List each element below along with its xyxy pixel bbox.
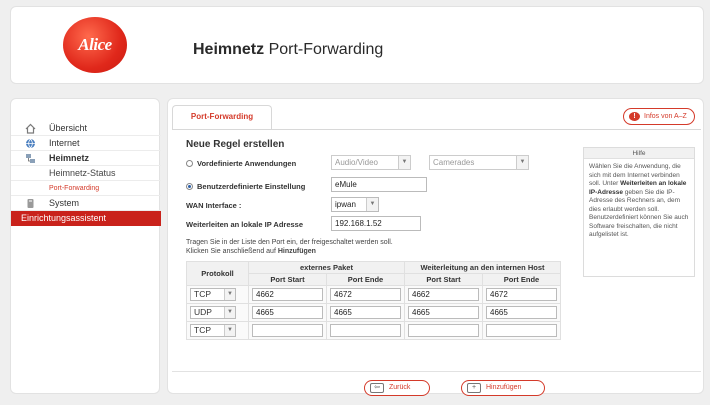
predefined-category-select[interactable]: Audio/Video ▼ [331, 155, 411, 170]
ext-port-end-input[interactable] [330, 324, 401, 337]
help-box: Hilfe Wählen Sie die Anwendung, die sich… [583, 147, 695, 277]
wan-label: WAN Interface : [186, 201, 242, 210]
sidebar-nav: Übersicht Internet Heimnetz Heimnetz-Sta… [11, 121, 161, 226]
table-header-row: Protokoll externes Paket Weiterleitung a… [186, 261, 561, 286]
port-table: Protokoll externes Paket Weiterleitung a… [186, 261, 561, 340]
ext-port-end-input[interactable]: 4665 [330, 306, 401, 319]
chevron-down-icon: ▼ [516, 156, 528, 169]
sidebar: Übersicht Internet Heimnetz Heimnetz-Sta… [10, 98, 161, 394]
sidebar-item-einrichtungsassistent[interactable]: Einrichtungsassistent [11, 211, 161, 226]
main-panel: Port-Forwarding ! Infos von A–Z Neue Reg… [167, 98, 704, 396]
custom-radio[interactable] [186, 183, 193, 190]
protocol-select[interactable]: TCP ▼ [190, 288, 236, 301]
back-button[interactable]: ⇦ Zurück [364, 380, 430, 396]
int-port-start-input[interactable] [408, 324, 479, 337]
sidebar-item-heimnetz[interactable]: Heimnetz [11, 151, 161, 166]
table-row: TCP ▼ [186, 321, 561, 340]
ext-port-start-input[interactable]: 4662 [252, 288, 323, 301]
protocol-select[interactable]: UDP ▼ [190, 306, 236, 319]
column-group-internal: Weiterleitung an den internen Host [404, 261, 561, 274]
alice-logo[interactable]: Alice [63, 17, 127, 73]
int-port-start-input[interactable]: 4662 [408, 288, 479, 301]
help-box-title: Hilfe [584, 148, 694, 159]
custom-row: Benutzerdefinierte Einstellung [186, 182, 305, 191]
sidebar-item-internet[interactable]: Internet [11, 136, 161, 151]
globe-icon [26, 138, 35, 149]
tab-divider [172, 129, 701, 130]
predefined-app-select[interactable]: Camerades ▼ [429, 155, 529, 170]
instruction-text: Tragen Sie in der Liste den Port ein, de… [186, 239, 393, 255]
info-a-z-button[interactable]: ! Infos von A–Z [623, 108, 695, 125]
arrow-left-icon: ⇦ [370, 383, 384, 393]
ext-port-start-input[interactable]: 4665 [252, 306, 323, 319]
ext-port-start-input[interactable] [252, 324, 323, 337]
sidebar-item-uebersicht[interactable]: Übersicht [11, 121, 161, 136]
wan-interface-select[interactable]: ipwan ▼ [331, 197, 379, 212]
tab-port-forwarding[interactable]: Port-Forwarding [172, 105, 272, 129]
page-title: Heimnetz Port-Forwarding [193, 41, 384, 58]
column-group-external: externes Paket [248, 261, 405, 274]
section-title: Neue Regel erstellen [186, 139, 285, 150]
sidebar-item-port-forwarding[interactable]: Port-Forwarding [11, 181, 161, 196]
int-port-end-input[interactable]: 4672 [486, 288, 557, 301]
custom-name-input[interactable]: eMule [331, 177, 427, 192]
chevron-down-icon: ▼ [224, 325, 235, 336]
chevron-down-icon: ▼ [398, 156, 410, 169]
column-header-int-start: Port Start [404, 273, 483, 286]
footer-divider [172, 371, 701, 372]
predefined-radio[interactable] [186, 160, 193, 167]
int-port-end-input[interactable] [486, 324, 557, 337]
column-header-ext-end: Port Ende [326, 273, 405, 286]
chevron-down-icon: ▼ [366, 198, 378, 211]
info-icon: ! [629, 112, 640, 121]
column-header-ext-start: Port Start [248, 273, 327, 286]
forward-ip-label: Weiterleiten an lokale IP Adresse [186, 220, 303, 229]
network-icon [26, 154, 35, 163]
ext-port-end-input[interactable]: 4672 [330, 288, 401, 301]
table-row: TCP ▼ 4662 4672 4662 4672 [186, 285, 561, 304]
column-header-protocol: Protokoll [186, 261, 249, 286]
column-header-int-end: Port Ende [482, 273, 561, 286]
chevron-down-icon: ▼ [224, 307, 235, 318]
system-icon [27, 199, 34, 208]
sidebar-item-heimnetz-status[interactable]: Heimnetz-Status [11, 166, 161, 181]
help-box-text: Wählen Sie die Anwendung, die sich mit d… [589, 163, 689, 238]
protocol-select[interactable]: TCP ▼ [190, 324, 236, 337]
int-port-end-input[interactable]: 4665 [486, 306, 557, 319]
int-port-start-input[interactable]: 4665 [408, 306, 479, 319]
predefined-row: Vordefinierte Anwendungen [186, 159, 296, 168]
add-button[interactable]: + Hinzufügen [461, 380, 545, 396]
header: Alice Heimnetz Port-Forwarding [10, 6, 704, 84]
chevron-down-icon: ▼ [224, 289, 235, 300]
home-icon [25, 123, 36, 134]
add-icon: + [467, 383, 481, 393]
sidebar-item-system[interactable]: System [11, 196, 161, 211]
forward-ip-input[interactable]: 192.168.1.52 [331, 216, 421, 231]
table-row: UDP ▼ 4665 4665 4665 4665 [186, 303, 561, 322]
